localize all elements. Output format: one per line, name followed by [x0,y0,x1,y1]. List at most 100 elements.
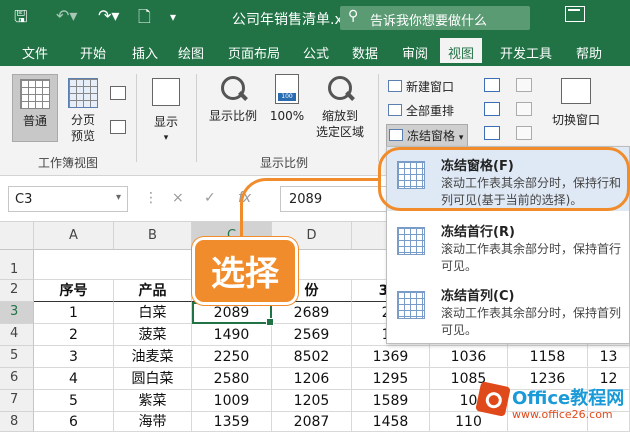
cell-b6[interactable]: 圆白菜 [114,368,192,390]
cell-d3[interactable]: 2689 [272,302,352,324]
cell-a3[interactable]: 1 [34,302,114,324]
row-header-8[interactable]: 8 [0,412,34,432]
tab-file[interactable]: 文件 [22,43,48,62]
cell-c4[interactable]: 1490 [192,324,272,346]
divider [136,74,137,162]
cell-c6[interactable]: 2580 [192,368,272,390]
qat-customize-icon[interactable]: ▾ [170,10,176,24]
col-header-b[interactable]: B [114,222,192,250]
arrange-all-button[interactable]: 全部重排 [388,102,454,119]
tab-view[interactable]: 视图 [440,38,483,66]
menu-item-freeze-first-column[interactable]: 冻结首列(C) 滚动工作表其余部分时，保持首列可见。 [387,277,629,341]
divider [196,74,197,162]
normal-view-button[interactable]: 普通 [12,74,58,142]
tab-home[interactable]: 开始 [80,43,106,62]
normal-view-label: 普通 [22,114,47,128]
cell-h5[interactable]: 13 [588,346,630,368]
cell-e8[interactable]: 1458 [352,412,430,432]
cell-d6[interactable]: 1206 [272,368,352,390]
row-header-4[interactable]: 4 [0,324,34,346]
cell-a8[interactable]: 6 [34,412,114,432]
view-side-by-side-icon[interactable] [516,78,532,92]
arrange-all-icon [388,104,402,116]
row-header-1[interactable]: 1 [0,250,34,280]
sync-scroll-icon[interactable] [516,102,532,116]
switch-windows-label: 切换窗口 [551,113,600,127]
row-header-2[interactable]: 2 [0,280,34,302]
cell-a5[interactable]: 3 [34,346,114,368]
row-header-6[interactable]: 6 [0,368,34,390]
tab-data[interactable]: 数据 [352,43,378,62]
cell-d5[interactable]: 8502 [272,346,352,368]
zoom-100-button[interactable]: 100 100% [266,74,308,144]
cell-b3[interactable]: 白菜 [114,302,192,324]
new-window-label: 新建窗口 [406,80,455,94]
hide-icon[interactable] [484,102,500,116]
more-icon: ⋮ [144,190,158,206]
zoom-to-selection-button[interactable]: 缩放到 选定区域 [310,74,370,150]
cell-d8[interactable]: 2087 [272,412,352,432]
switch-windows-button[interactable]: 切换窗口 [546,74,606,144]
select-all-corner[interactable] [0,222,34,250]
cell-b7[interactable]: 紫菜 [114,390,192,412]
cell-a4[interactable]: 2 [34,324,114,346]
row-header-7[interactable]: 7 [0,390,34,412]
cell-b4[interactable]: 菠菜 [114,324,192,346]
freeze-panes-button[interactable]: 冻结窗格 ▾ [386,124,469,147]
new-window-button[interactable]: 新建窗口 [388,78,454,95]
cell-a7[interactable]: 5 [34,390,114,412]
tab-review[interactable]: 审阅 [402,43,428,62]
cell-b8[interactable]: 海带 [114,412,192,432]
name-box[interactable]: C3 ▾ [8,186,128,212]
zoom-selection-label-2: 选定区域 [315,125,364,139]
col-header-a[interactable]: A [34,222,114,250]
zoom-button[interactable]: 显示比例 [204,74,262,144]
cell-e7[interactable]: 1589 [352,390,430,412]
freeze-panes-icon [389,129,403,141]
cell-g5[interactable]: 1158 [508,346,588,368]
row-header-5[interactable]: 5 [0,346,34,368]
cell-c5[interactable]: 2250 [192,346,272,368]
page-break-label-1: 分页 [70,113,95,127]
cell-a1[interactable] [34,250,114,280]
tell-me-box[interactable]: ⚲ 告诉我你想要做什么 [340,6,530,30]
page-break-icon [68,78,98,108]
cell-a2[interactable]: 序号 [34,280,114,302]
split-icon[interactable] [484,78,500,92]
custom-views-icon[interactable] [110,120,126,134]
reset-position-icon[interactable] [516,126,532,140]
tab-help[interactable]: 帮助 [576,43,602,62]
tab-draw[interactable]: 绘图 [178,43,204,62]
cell-b5[interactable]: 油麦菜 [114,346,192,368]
cell-a6[interactable]: 4 [34,368,114,390]
enter-icon[interactable]: ✓ [204,190,216,206]
page-layout-icon[interactable] [110,86,126,100]
switch-windows-icon [561,78,591,104]
row-header-3[interactable]: 3 [0,302,34,324]
cell-d4[interactable]: 2569 [272,324,352,346]
tab-developer[interactable]: 开发工具 [500,43,552,62]
tab-page-layout[interactable]: 页面布局 [228,43,280,62]
cell-c7[interactable]: 1009 [192,390,272,412]
page-break-preview-button[interactable]: 分页 预览 [62,74,104,150]
cell-b2[interactable]: 产品 [114,280,192,302]
cell-c8[interactable]: 1359 [192,412,272,432]
cell-e6[interactable]: 1295 [352,368,430,390]
show-button[interactable]: 显示 ▾ [146,74,186,144]
undo-icon[interactable]: ↶▾ [56,6,77,25]
ribbon-display-icon[interactable] [565,6,585,22]
tab-formulas[interactable]: 公式 [303,43,329,62]
cancel-icon[interactable]: × [172,190,184,206]
cell-b1[interactable] [114,250,192,280]
tab-insert[interactable]: 插入 [132,43,158,62]
menu-item-freeze-top-row[interactable]: 冻结首行(R) 滚动工作表其余部分时，保持首行可见。 [387,213,629,277]
redo-icon[interactable]: ↷▾ [98,6,119,25]
cell-f5[interactable]: 1036 [430,346,508,368]
unhide-icon[interactable] [484,126,500,140]
save-icon[interactable]: 🖫 [14,6,28,33]
cell-e5[interactable]: 1369 [352,346,430,368]
cell-d7[interactable]: 1205 [272,390,352,412]
chevron-down-icon: ▾ [115,192,121,203]
page-break-label-2: 预览 [70,129,95,143]
new-file-icon[interactable]: 🗋 [138,6,151,33]
